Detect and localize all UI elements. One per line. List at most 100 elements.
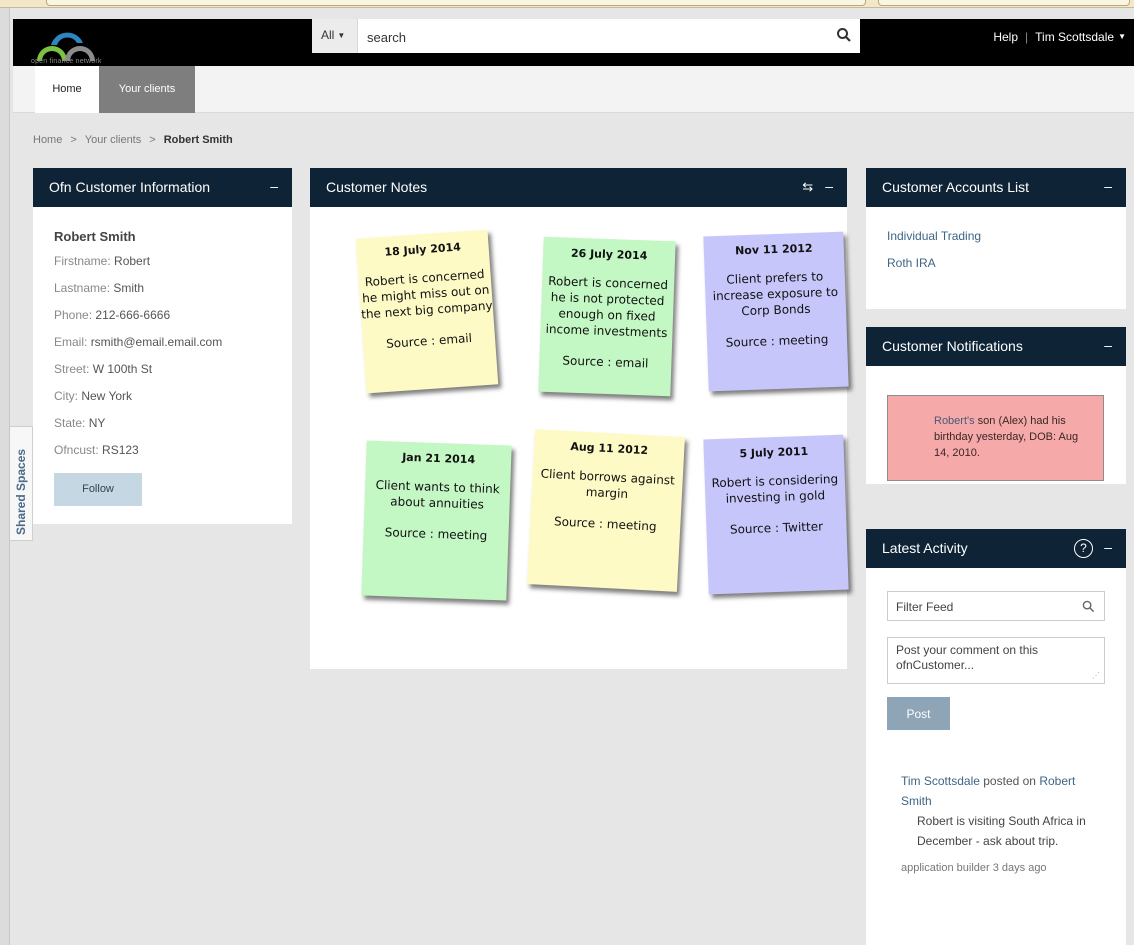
help-icon[interactable]: ? (1074, 539, 1093, 558)
field-value: 212-666-6666 (95, 308, 171, 322)
browser-address-field[interactable] (46, 0, 866, 6)
note-text: Robert is considering investing in gold (711, 471, 839, 506)
tab-your-clients[interactable]: Your clients (99, 66, 195, 113)
notes-header-icons: ⇆ – (802, 178, 833, 195)
panel-header: Latest Activity ? – (866, 529, 1126, 568)
customer-info-panel: Ofn Customer Information – Robert Smith … (33, 168, 292, 524)
info-row-firstname: Firstname: Robert (54, 254, 292, 281)
breadcrumb-your-clients[interactable]: Your clients (85, 134, 141, 146)
help-link[interactable]: Help (993, 30, 1018, 44)
activity-entry: Tim Scottsdale posted on Robert Smith Ro… (901, 771, 1101, 878)
breadcrumb-separator: > (70, 134, 77, 146)
collapse-icon[interactable]: – (1104, 337, 1112, 353)
panel-title: Customer Accounts List (882, 179, 1030, 195)
note-source: Source : email (562, 353, 649, 371)
note-source: Source : meeting (384, 525, 488, 543)
caret-down-icon[interactable]: ▼ (1118, 32, 1126, 41)
field-value: Smith (113, 281, 145, 295)
collapse-icon[interactable]: – (1104, 539, 1112, 555)
swap-icon[interactable]: ⇆ (802, 179, 813, 194)
post-button[interactable]: Post (887, 697, 950, 730)
info-row-city: City: New York (54, 389, 292, 416)
customer-notes-panel: Customer Notes ⇆ – 18 July 2014 Robert is… (310, 168, 849, 669)
sticky-note[interactable]: Nov 11 2012 Client prefers to increase e… (703, 231, 849, 392)
customer-accounts-panel: Customer Accounts List – Individual Trad… (866, 168, 1126, 309)
breadcrumb-separator: > (149, 134, 156, 146)
tab-home[interactable]: Home (35, 66, 99, 113)
field-value: rsmith@email.email.com (90, 335, 223, 349)
note-source: Source : meeting (725, 332, 829, 350)
sticky-note[interactable]: Jan 21 2014 Client wants to think about … (361, 440, 512, 601)
collapse-icon[interactable]: – (1104, 178, 1112, 194)
panel-title: Latest Activity (882, 540, 968, 556)
field-label: Street: (54, 362, 90, 376)
panel-header: Ofn Customer Information – (33, 168, 292, 207)
activity-verb: posted on (979, 774, 1040, 788)
breadcrumb: Home > Your clients > Robert Smith (33, 134, 233, 146)
search-bar: All ▼ (312, 19, 860, 53)
sticky-note[interactable]: 26 July 2014 Robert is concerned he is n… (538, 236, 676, 397)
activity-source: application builder (901, 862, 990, 874)
activity-meta: application builder 3 days ago (901, 858, 1101, 878)
field-label: Ofncust: (54, 443, 99, 457)
panel-title: Ofn Customer Information (49, 179, 211, 195)
note-text: Robert is concerned he is not protected … (545, 273, 669, 341)
customer-name: Robert Smith (54, 229, 136, 244)
comment-input[interactable] (896, 643, 1092, 679)
info-row-ofncust: Ofncust: RS123 (54, 443, 292, 470)
customer-info-body: Robert Smith Firstname: Robert Lastname:… (33, 207, 292, 506)
notification-customer-name[interactable]: Robert's (934, 415, 975, 427)
activity-time: 3 days ago (992, 862, 1047, 874)
account-link-individual-trading[interactable]: Individual Trading (887, 229, 1126, 256)
field-label: State: (54, 416, 86, 430)
note-text: Client borrows against margin (540, 466, 676, 502)
field-value: Robert (114, 254, 151, 268)
activity-author-link[interactable]: Tim Scottsdale (901, 774, 980, 788)
breadcrumb-home[interactable]: Home (33, 134, 62, 146)
caret-down-icon: ▼ (337, 31, 346, 40)
note-text: Client wants to think about annuities (375, 477, 500, 512)
notification-card[interactable]: Robert's son (Alex) had his birthday yes… (887, 395, 1104, 481)
sticky-note[interactable]: 18 July 2014 Robert is concerned he migh… (355, 229, 499, 394)
activity-body: Robert is visiting South Africa in Decem… (917, 814, 1086, 848)
resize-grip-icon[interactable]: ⋰ (1092, 671, 1100, 680)
top-header: open finance network All▼ Help|Tim Scott… (13, 19, 1134, 66)
note-source: Source : Twitter (729, 519, 824, 537)
customer-notifications-panel: Customer Notifications – Robert's son (A… (866, 327, 1126, 484)
follow-button[interactable]: Follow (54, 473, 142, 506)
search-icon[interactable] (836, 27, 852, 43)
collapse-icon[interactable]: – (825, 178, 833, 194)
activity-header: Tim Scottsdale posted on Robert Smith (901, 771, 1101, 811)
filter-feed-input[interactable] (896, 598, 1076, 616)
note-date: 26 July 2014 (570, 246, 648, 263)
note-date: Nov 11 2012 (734, 241, 813, 258)
search-scope-label: All (321, 28, 335, 42)
shared-spaces-label: Shared Spaces (14, 448, 28, 535)
nav-bar: Home Your clients (13, 66, 1134, 113)
info-row-state: State: NY (54, 416, 292, 443)
collapse-icon[interactable]: – (270, 178, 278, 194)
field-label: Email: (54, 335, 88, 349)
account-link-roth-ira[interactable]: Roth IRA (887, 256, 1126, 283)
browser-search-field[interactable] (878, 0, 1130, 6)
note-date: Aug 11 2012 (570, 440, 649, 458)
search-input[interactable] (367, 26, 807, 48)
shared-spaces-tab[interactable]: Shared Spaces (10, 426, 33, 541)
search-scope-dropdown[interactable]: All ▼ (312, 19, 358, 53)
note-text: Client prefers to increase exposure to C… (712, 269, 839, 319)
accounts-list: Individual Trading Roth IRA (866, 207, 1126, 283)
field-value: NY (88, 416, 106, 430)
search-icon[interactable] (1082, 600, 1095, 613)
field-value: RS123 (102, 443, 139, 457)
ofn-logo[interactable]: open finance network (31, 21, 141, 65)
note-date: 5 July 2011 (739, 444, 809, 461)
field-label: Lastname: (54, 281, 111, 295)
sticky-note[interactable]: Aug 11 2012 Client borrows against margi… (527, 429, 685, 592)
sticky-notes-area: 18 July 2014 Robert is concerned he migh… (310, 207, 849, 669)
panel-title: Customer Notes (326, 179, 428, 195)
field-label: Firstname: (54, 254, 111, 268)
sticky-note[interactable]: 5 July 2011 Robert is considering invest… (703, 434, 849, 595)
panel-header: Customer Notifications – (866, 327, 1126, 366)
user-menu[interactable]: Tim Scottsdale (1035, 30, 1114, 44)
filter-feed-box (887, 591, 1105, 621)
